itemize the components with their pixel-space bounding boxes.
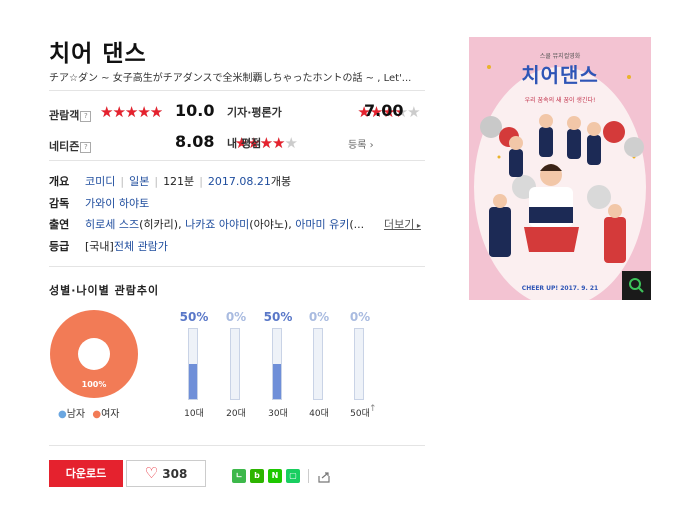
separator xyxy=(308,469,309,483)
arrow-up-icon: ↑ xyxy=(369,404,377,414)
age-bar-50 xyxy=(354,328,364,400)
naver-share-icon[interactable]: N xyxy=(268,469,282,483)
country-link[interactable]: 일본 xyxy=(129,175,149,188)
gender-pie-chart: 100% xyxy=(50,310,138,398)
chevron-right-icon: › xyxy=(369,140,374,151)
director-link[interactable]: 가와이 하야토 xyxy=(85,197,149,210)
my-rating-label: 내 평점 xyxy=(227,137,262,150)
audience-label: 관람객 xyxy=(49,109,80,122)
genre-link[interactable]: 코미디 xyxy=(85,175,115,188)
share-icon[interactable] xyxy=(317,469,331,483)
like-button[interactable]: ♡ 308 xyxy=(126,460,206,487)
help-icon[interactable]: ? xyxy=(80,111,92,122)
poster-tagline: 우리 꿈속의 새 꿈이 생긴다! xyxy=(524,97,596,104)
movie-title: 치어 댄스 xyxy=(49,41,147,67)
rating-row: 등급 [국내]전체 관람가 xyxy=(49,240,168,253)
share-icons: ㄴ b N ▢ xyxy=(232,469,331,483)
critic-score: 7.00 xyxy=(364,101,404,120)
overview-row: 개요 코미디 | 일본 | 121분 | 2017.08.21개봉 xyxy=(49,175,292,188)
caret-right-icon: ▸ xyxy=(414,221,421,230)
netizen-label: 네티즌 xyxy=(49,140,80,153)
age-label-20: 20대 xyxy=(226,409,246,419)
poster-title: 치어댄스 xyxy=(521,63,599,87)
trend-title: 성별·나이별 관람추이 xyxy=(49,284,160,297)
female-dot-icon: ● xyxy=(92,409,102,420)
age-percent-40: 0% xyxy=(308,310,330,324)
line-share-icon[interactable]: ㄴ xyxy=(232,469,246,483)
rating-link[interactable]: 전체 관람가 xyxy=(114,240,168,253)
age-bar-20 xyxy=(230,328,240,400)
critic-label: 기자·평론가 xyxy=(227,106,282,119)
pie-percent-label: 100% xyxy=(81,380,107,389)
release-date-link[interactable]: 2017.08.21 xyxy=(208,175,271,188)
bar-fill xyxy=(273,364,281,399)
age-bar-30 xyxy=(272,328,282,400)
register-rating-link[interactable]: 등록 › xyxy=(348,136,374,151)
divider xyxy=(49,445,425,446)
director-row: 감독 가와이 하야토 xyxy=(49,197,150,210)
download-button[interactable]: 다운로드 xyxy=(49,460,123,487)
male-dot-icon: ● xyxy=(58,409,67,420)
help-icon[interactable]: ? xyxy=(80,142,92,153)
cast-link[interactable]: 나카죠 아야미 xyxy=(185,218,249,231)
age-percent-10: 50% xyxy=(179,310,209,324)
age-label-40: 40대 xyxy=(309,409,329,419)
zoom-search-button[interactable] xyxy=(622,271,651,300)
age-percent-50: 0% xyxy=(349,310,371,324)
netizen-score: 8.08 xyxy=(175,132,215,151)
divider xyxy=(49,160,425,161)
cast-link[interactable]: 히로세 스즈 xyxy=(85,218,139,231)
bar-fill xyxy=(189,364,197,399)
heart-icon: ♡ xyxy=(144,464,159,482)
runtime: 121분 xyxy=(163,175,195,188)
pie-hole xyxy=(78,338,110,370)
audience-stars: ★★★★★ ★★★★★ xyxy=(100,103,163,121)
blog-share-icon[interactable]: ▢ xyxy=(286,469,300,483)
band-share-icon[interactable]: b xyxy=(250,469,264,483)
search-icon xyxy=(629,278,644,293)
divider xyxy=(49,266,425,267)
release-suffix: 개봉 xyxy=(270,175,292,188)
age-bar-10 xyxy=(188,328,198,400)
age-percent-20: 0% xyxy=(225,310,247,324)
age-bar-chart: 50% 0% 50% 0% 0% 10대 20대 30대 40대 50대 ↑ xyxy=(174,310,404,420)
netizen-rating: 네티즌? xyxy=(49,135,92,154)
age-label-10: 10대 xyxy=(184,409,204,419)
more-cast-link[interactable]: 더보기 ▸ xyxy=(384,216,421,232)
age-bar-40 xyxy=(313,328,323,400)
age-percent-30: 50% xyxy=(263,310,293,324)
audience-score: 10.0 xyxy=(175,101,215,120)
divider xyxy=(49,90,425,91)
original-title: チア☆ダン ~ 女子高生がチアダンスで全米制覇しちゃったホントの話 ~ , Le… xyxy=(49,73,412,84)
gender-legend: ●남자 ●여자 xyxy=(58,409,120,420)
cast-link[interactable]: 아마미 유키 xyxy=(295,218,349,231)
like-count: 308 xyxy=(162,467,188,481)
audience-rating: 관람객? xyxy=(49,104,92,123)
movie-poster[interactable]: 스쿨 뮤지컬영화 치어댄스 우리 꿈속의 새 꿈이 생긴다! CHEER UP!… xyxy=(469,37,651,300)
cast-row: 출연 히로세 스즈(히카리), 나카죠 아야미(아야노), 아마미 유키(... xyxy=(49,218,365,231)
age-label-30: 30대 xyxy=(268,409,288,419)
